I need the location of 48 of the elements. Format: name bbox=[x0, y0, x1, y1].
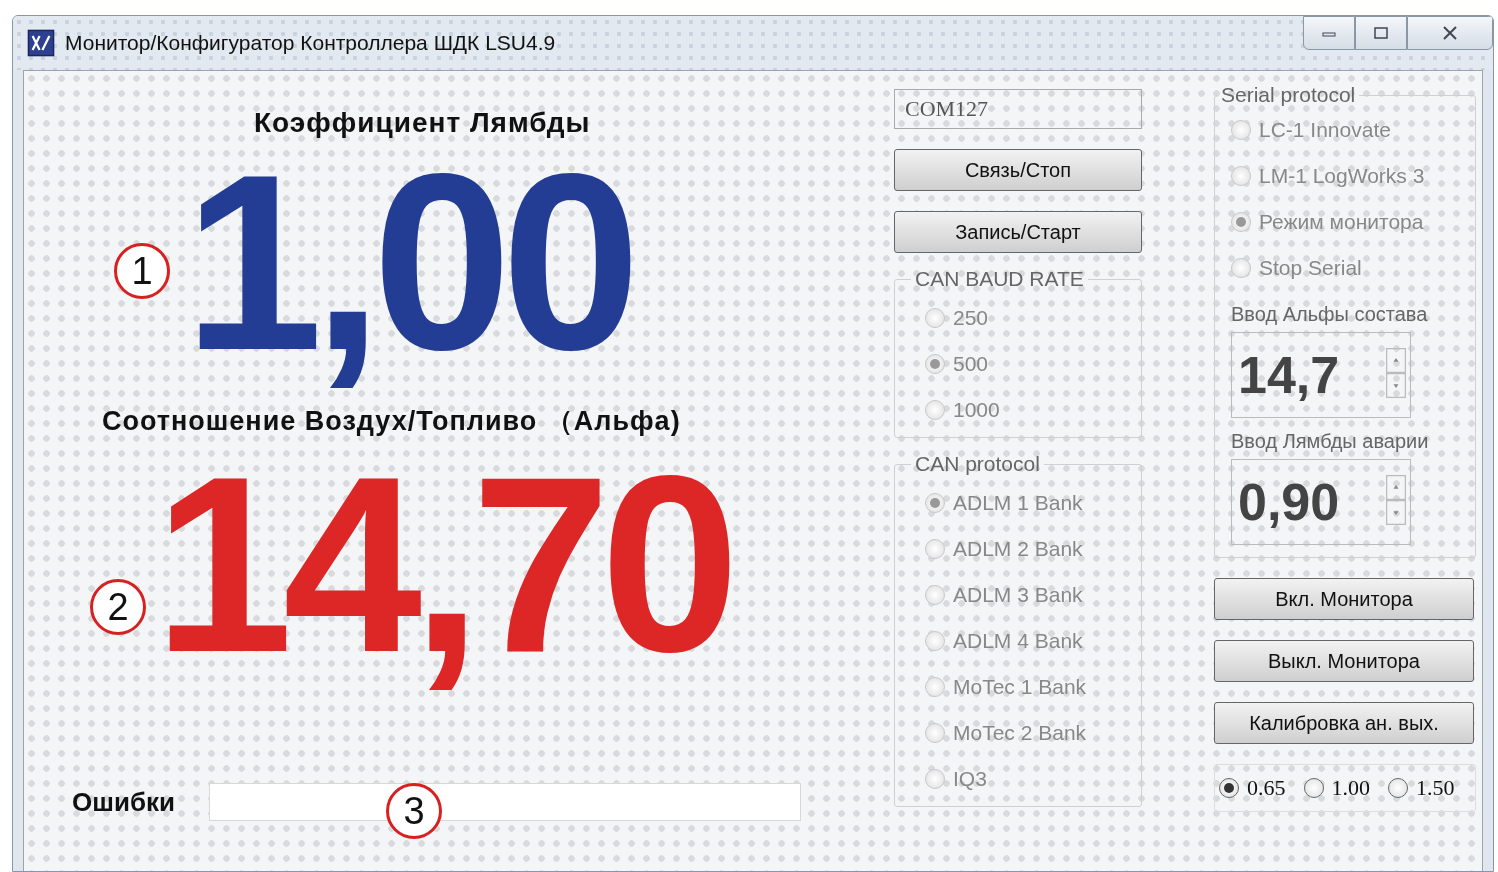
errors-label: Ошибки bbox=[72, 786, 175, 818]
radio-label: 1000 bbox=[953, 398, 1000, 422]
lambda-value: 1,00 bbox=[184, 155, 632, 395]
radio-label: ADLM 1 Bank bbox=[953, 491, 1083, 515]
spinner-label: Ввод Лямбды аварии bbox=[1231, 430, 1430, 453]
radio-label: ADLM 3 Bank bbox=[953, 583, 1083, 607]
minimize-button[interactable] bbox=[1303, 16, 1355, 50]
app-icon bbox=[27, 29, 55, 57]
group-title: Serial protocol bbox=[1220, 83, 1357, 107]
spinner-label: Ввод Альфы состава bbox=[1231, 303, 1429, 326]
callout-marker: 3 bbox=[386, 783, 442, 839]
group-title: CAN BAUD RATE bbox=[914, 267, 1085, 291]
spinner-field[interactable]: 0,90 bbox=[1231, 459, 1411, 545]
afr-value: 14,70 bbox=[154, 457, 731, 697]
callout-marker: 2 bbox=[90, 579, 146, 635]
port-field[interactable]: COM127 bbox=[894, 89, 1142, 129]
radio-label: MoTec 2 Bank bbox=[953, 721, 1087, 745]
radio-label: 250 bbox=[953, 306, 989, 330]
action-button[interactable]: Выкл. Монитора bbox=[1214, 640, 1474, 682]
radio-label: Режим монитора bbox=[1259, 210, 1424, 234]
action-button[interactable]: Вкл. Монитора bbox=[1214, 578, 1474, 620]
radio-label: 1.00 bbox=[1331, 775, 1370, 801]
radio-label: LM-1 LogWorks 3 bbox=[1259, 164, 1425, 188]
spinner-field[interactable]: 14,7 bbox=[1231, 332, 1411, 418]
action-button[interactable]: Калибровка ан. вых. bbox=[1214, 702, 1474, 744]
radio-label: LC-1 Innovate bbox=[1259, 118, 1391, 142]
radio-label: 1.50 bbox=[1416, 775, 1455, 801]
close-icon bbox=[1440, 26, 1460, 40]
radio-label: Stop Serial bbox=[1259, 256, 1362, 280]
window-title: Монитор/Конфигуратор Контроллера ШДК LSU4.9 bbox=[65, 31, 556, 55]
radio-button[interactable] bbox=[1303, 778, 1324, 798]
radio-button[interactable] bbox=[1219, 778, 1239, 798]
radio-label: MoTec 1 Bank bbox=[953, 675, 1087, 699]
radio-label: 0.65 bbox=[1247, 775, 1286, 801]
afr-label: Соотношение Воздух/Топливо （Альфа) bbox=[102, 405, 682, 438]
radio-label: IQ3 bbox=[953, 767, 987, 791]
maximize-button[interactable] bbox=[1355, 16, 1407, 50]
lambda-label: Коэффициент Лямбды bbox=[254, 107, 592, 139]
radio-label: ADLM 4 Bank bbox=[953, 629, 1083, 653]
group-title: CAN protocol bbox=[914, 452, 1041, 476]
radio-button[interactable] bbox=[1388, 778, 1408, 798]
action-button[interactable]: Запись/Старт bbox=[894, 211, 1142, 253]
close-button[interactable] bbox=[1407, 16, 1493, 50]
maximize-icon bbox=[1371, 26, 1391, 40]
radio-label: 500 bbox=[953, 352, 989, 376]
callout-marker: 1 bbox=[114, 243, 170, 299]
radio-label: ADLM 2 Bank bbox=[953, 537, 1083, 561]
action-button[interactable]: Связь/Стоп bbox=[894, 149, 1142, 191]
